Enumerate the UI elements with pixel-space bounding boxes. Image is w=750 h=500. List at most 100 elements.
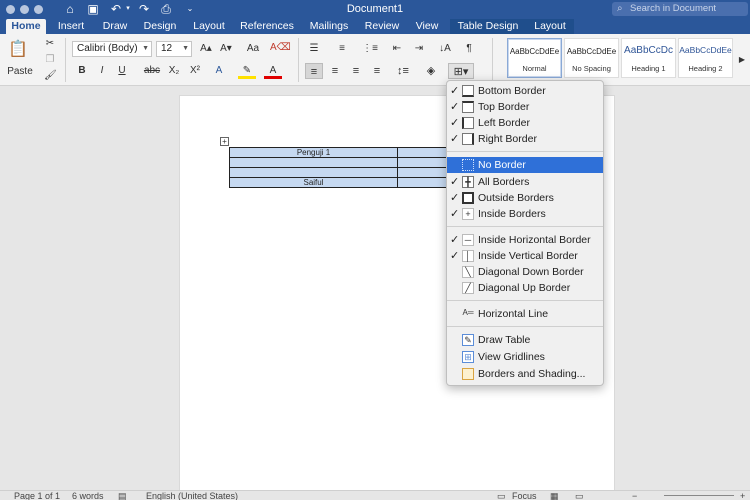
- menu-item-outside-borders[interactable]: ✓ Outside Borders: [447, 190, 603, 206]
- show-formatting-icon[interactable]: ¶: [460, 41, 478, 57]
- focus-icon[interactable]: ▭: [497, 491, 506, 500]
- style-sample: AaBbCcDc: [624, 45, 673, 56]
- zoom-out-icon[interactable]: −: [632, 491, 637, 500]
- menu-item-view-gridlines[interactable]: ⊞ View Gridlines: [447, 349, 603, 365]
- menu-item-horizontal-line[interactable]: A═ Horizontal Line: [447, 306, 603, 322]
- justify-icon[interactable]: ≡: [368, 63, 386, 79]
- zoom-in-icon[interactable]: +: [740, 491, 745, 500]
- zoom-slider[interactable]: [664, 495, 734, 496]
- menu-item-all-borders[interactable]: ✓ ╋ All Borders: [447, 174, 603, 190]
- bullets-icon[interactable]: ☰: [304, 41, 324, 57]
- menu-item-diagonal-down-border[interactable]: ╲ Diagonal Down Border: [447, 264, 603, 280]
- grow-font-button[interactable]: A▴: [197, 41, 215, 57]
- borders-button[interactable]: ⊞▾: [448, 63, 474, 79]
- superscript-button[interactable]: X²: [186, 63, 204, 79]
- tab-insert[interactable]: Insert: [52, 19, 90, 34]
- font-size-select[interactable]: 12 ▼: [156, 41, 192, 57]
- tab-layout[interactable]: Layout: [188, 19, 230, 34]
- shading-icon[interactable]: ◈: [422, 63, 440, 79]
- menu-item-borders-and-shading[interactable]: Borders and Shading...: [447, 366, 603, 382]
- font-color-icon[interactable]: A: [264, 63, 282, 79]
- format-painter-icon[interactable]: 🖌: [44, 68, 57, 84]
- table-cell[interactable]: [397, 147, 450, 158]
- menu-item-label: Inside Vertical Border: [478, 250, 578, 262]
- menu-item-left-border[interactable]: ✓ Left Border: [447, 115, 603, 131]
- increase-indent-icon[interactable]: ⇥: [410, 41, 428, 57]
- tab-home[interactable]: Home: [6, 19, 46, 34]
- table-cell[interactable]: [229, 167, 398, 178]
- table-cell[interactable]: [229, 157, 398, 168]
- table-cell[interactable]: [397, 157, 450, 168]
- menu-item-right-border[interactable]: ✓ Right Border: [447, 131, 603, 147]
- style-name: Heading 1: [631, 64, 666, 73]
- line-spacing-icon[interactable]: ↕≡: [394, 63, 412, 79]
- tab-table-layout[interactable]: Layout: [526, 19, 574, 34]
- strikethrough-button[interactable]: abc: [142, 63, 162, 79]
- focus-button[interactable]: Focus: [512, 491, 537, 500]
- table-move-handle-icon[interactable]: +: [220, 137, 229, 146]
- menu-item-inside-vertical-border[interactable]: ✓ │ Inside Vertical Border: [447, 248, 603, 264]
- copy-icon[interactable]: ❐: [44, 52, 56, 68]
- menu-item-bottom-border[interactable]: ✓ Bottom Border: [447, 83, 603, 99]
- style-normal[interactable]: AaBbCcDdEe Normal: [507, 38, 562, 78]
- paste-button[interactable]: Paste: [4, 64, 36, 80]
- tab-table-design[interactable]: Table Design: [450, 19, 526, 34]
- tab-design[interactable]: Design: [139, 19, 181, 34]
- document-table[interactable]: Penguji 1 Saiful: [229, 147, 450, 188]
- align-center-icon[interactable]: ≡: [326, 63, 344, 79]
- align-right-icon[interactable]: ≡: [347, 63, 365, 79]
- sort-icon[interactable]: ↓A: [436, 41, 454, 57]
- cut-icon[interactable]: ✂: [44, 36, 56, 52]
- menu-item-inside-borders[interactable]: ✓ + Inside Borders: [447, 206, 603, 222]
- search-input[interactable]: ⌕ Search in Document: [612, 2, 748, 16]
- title-bar: ⌂ ▣ ↶ ▾ ↷ ⎙ ⌄ Document1 ⌕ Search in Docu…: [0, 0, 750, 19]
- clipboard-icon[interactable]: 📋: [8, 40, 28, 60]
- menu-item-inside-horizontal-border[interactable]: ✓ ─ Inside Horizontal Border: [447, 232, 603, 248]
- tab-references[interactable]: References: [236, 19, 298, 34]
- bold-button[interactable]: B: [74, 63, 90, 79]
- status-bar: Page 1 of 1 6 words ▤ English (United St…: [0, 490, 750, 500]
- font-name-select[interactable]: Calibri (Body) ▼: [72, 41, 152, 57]
- table-cell[interactable]: Penguji 1: [229, 147, 398, 158]
- highlight-icon[interactable]: ✎: [238, 63, 256, 79]
- tab-draw[interactable]: Draw: [98, 19, 132, 34]
- style-name: Normal: [522, 64, 547, 73]
- checkmark-icon: ✓: [450, 101, 460, 113]
- subscript-button[interactable]: X₂: [165, 63, 183, 79]
- print-layout-icon[interactable]: ▦: [550, 491, 559, 500]
- menu-item-top-border[interactable]: ✓ Top Border: [447, 99, 603, 115]
- align-left-icon[interactable]: ≡: [305, 63, 323, 79]
- text-effects-icon[interactable]: A: [210, 63, 228, 79]
- table-cell[interactable]: [397, 177, 450, 188]
- numbering-icon[interactable]: ≡: [332, 41, 352, 57]
- clear-formatting-icon[interactable]: A⌫: [270, 40, 291, 56]
- table-cell[interactable]: [397, 167, 450, 178]
- decrease-indent-icon[interactable]: ⇤: [388, 41, 406, 57]
- web-layout-icon[interactable]: ▭: [575, 491, 584, 500]
- checkmark-icon: ✓: [450, 250, 460, 262]
- font-size-value: 12: [161, 43, 173, 54]
- language-indicator[interactable]: English (United States): [146, 491, 238, 500]
- table-row: Penguji 1: [229, 147, 450, 158]
- menu-item-no-border[interactable]: No Border: [447, 157, 603, 173]
- underline-button[interactable]: U: [114, 63, 130, 79]
- table-cell[interactable]: Saiful: [229, 177, 398, 188]
- style-heading-2[interactable]: AaBbCcDdEe Heading 2: [678, 38, 733, 78]
- menu-item-diagonal-up-border[interactable]: ╱ Diagonal Up Border: [447, 280, 603, 296]
- tab-view[interactable]: View: [410, 19, 444, 34]
- tab-review[interactable]: Review: [361, 19, 403, 34]
- word-count[interactable]: 6 words: [72, 491, 104, 500]
- styles-scroll-right-icon[interactable]: ▶: [737, 52, 747, 68]
- style-no-spacing[interactable]: AaBbCcDdEe No Spacing: [564, 38, 619, 78]
- style-heading-1[interactable]: AaBbCcDc Heading 1: [621, 38, 676, 78]
- change-case-button[interactable]: Aa: [243, 41, 263, 57]
- proofing-icon[interactable]: ▤: [118, 491, 127, 500]
- shrink-font-button[interactable]: A▾: [217, 41, 235, 57]
- italic-button[interactable]: I: [94, 63, 110, 79]
- tab-mailings[interactable]: Mailings: [305, 19, 353, 34]
- multilevel-list-icon[interactable]: ⋮≡: [360, 41, 380, 57]
- menu-separator: [447, 151, 603, 152]
- menu-item-draw-table[interactable]: ✎ Draw Table: [447, 332, 603, 348]
- menu-item-label: No Border: [478, 159, 526, 171]
- page-count[interactable]: Page 1 of 1: [14, 491, 60, 500]
